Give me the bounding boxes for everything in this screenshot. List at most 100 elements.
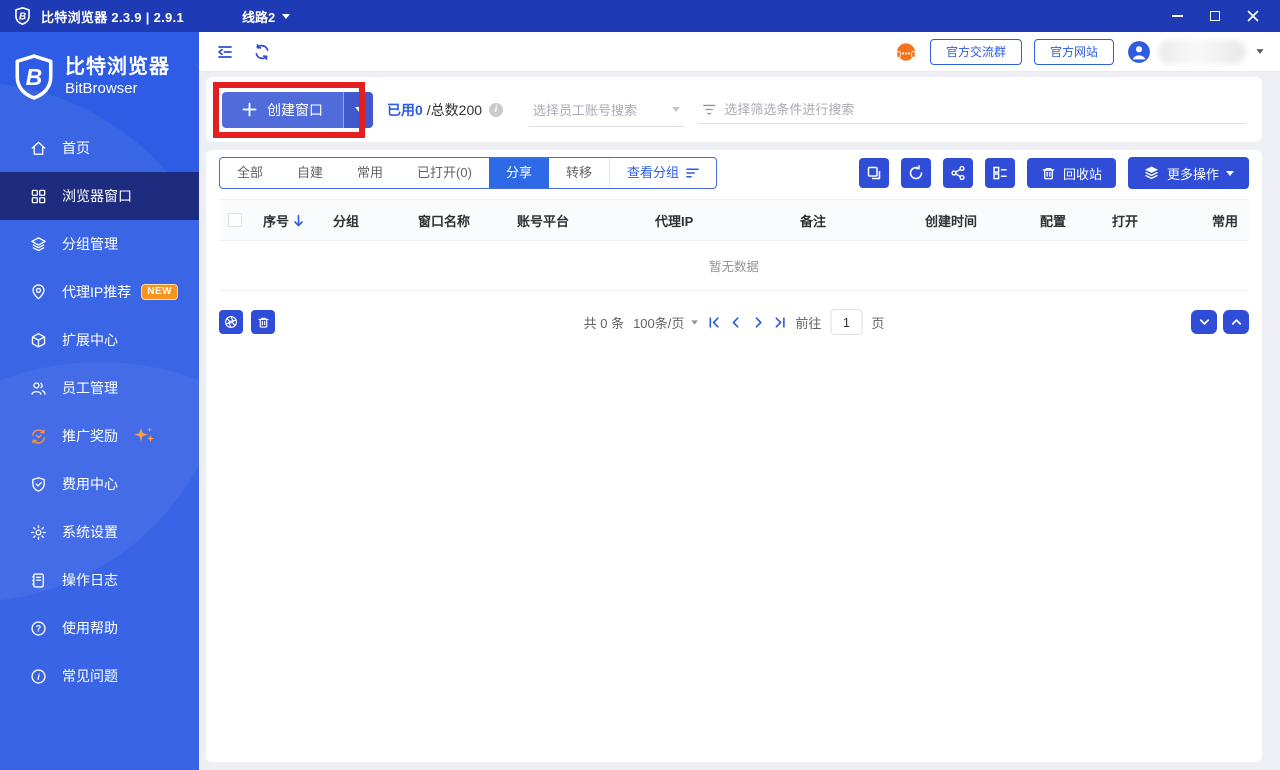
support-headset-icon[interactable] [894, 40, 918, 64]
tab-opened[interactable]: 已打开(0) [400, 158, 489, 188]
page-size-select[interactable]: 100条/页 [633, 313, 698, 332]
sidebar-item-extension-center[interactable]: 扩展中心 [0, 316, 199, 364]
svg-text:?: ? [36, 623, 41, 633]
tab-self-created[interactable]: 自建 [280, 158, 340, 188]
column-header-platform: 账号平台 [517, 213, 570, 229]
aperture-settings-button[interactable] [219, 310, 243, 334]
refresh-icon [909, 165, 923, 180]
chevron-down-icon [354, 107, 363, 112]
window-filter-tabs: 全部 自建 常用 已打开(0) 分享 转移 查看分组 [219, 157, 717, 189]
tab-all[interactable]: 全部 [220, 158, 280, 188]
share-icon [951, 165, 965, 181]
reward-refresh-icon [30, 428, 47, 445]
refresh-list-button[interactable] [900, 158, 931, 188]
first-page-button[interactable] [707, 316, 720, 329]
close-button[interactable] [1246, 9, 1260, 23]
users-icon [30, 380, 47, 397]
sidebar-item-label: 分组管理 [62, 236, 118, 252]
brand-name-en: BitBrowser [65, 80, 138, 98]
home-icon [30, 140, 47, 157]
save-window-button[interactable] [858, 158, 889, 188]
chevron-right-icon [755, 316, 762, 328]
usage-used: 已用0 [387, 101, 423, 118]
sidebar: B 比特浏览器 BitBrowser 首页 浏览器窗口 分组管理 代理IP推荐 [0, 32, 199, 770]
gear-icon [30, 524, 47, 541]
sidebar-item-promotion-rewards[interactable]: 推广奖励 [0, 412, 199, 460]
employee-account-select[interactable]: 选择员工账号搜索 [529, 93, 685, 127]
stacked-layers-icon [1144, 166, 1158, 180]
info-icon[interactable]: i [489, 102, 504, 117]
tab-shared[interactable]: 分享 [488, 158, 549, 188]
column-label: 序号 [263, 213, 290, 229]
sidebar-item-operation-log[interactable]: 操作日志 [0, 556, 199, 604]
column-header-created-time: 创建时间 [925, 213, 978, 229]
user-avatar[interactable] [1128, 40, 1150, 63]
column-header-proxy-ip: 代理IP [655, 213, 694, 229]
line-selector-dropdown[interactable]: 线路2 [242, 7, 291, 26]
first-page-icon [709, 316, 719, 328]
tab-view-groups[interactable]: 查看分组 [608, 158, 716, 188]
search-input[interactable] [724, 101, 1242, 117]
location-pin-icon [30, 283, 47, 301]
sidebar-item-system-settings[interactable]: 系统设置 [0, 508, 199, 556]
username-blurred [1158, 39, 1246, 64]
create-window-dropdown[interactable] [343, 91, 373, 128]
more-actions-button[interactable]: 更多操作 [1127, 157, 1249, 189]
chevron-down-icon [672, 106, 681, 112]
refresh-page-button[interactable] [253, 43, 271, 61]
share-button[interactable] [942, 158, 973, 188]
sidebar-item-label: 推广奖励 [62, 428, 118, 444]
page-unit-label: 页 [871, 315, 885, 331]
table-header: 序号 分组 窗口名称 账号平台 代理IP 备注 创建时间 配置 打开 常用 [219, 199, 1249, 241]
sidebar-item-label: 系统设置 [62, 524, 118, 540]
chevron-up-icon [1231, 319, 1241, 325]
trash-icon [1042, 167, 1055, 179]
sidebar-item-billing-center[interactable]: 费用中心 [0, 460, 199, 508]
toolbar-card: 创建窗口 已用0 /总数200 i 选择员工账号搜索 [206, 77, 1262, 142]
trash-icon [257, 317, 269, 328]
tab-transferred[interactable]: 转移 [549, 158, 609, 188]
page-number-input[interactable] [830, 309, 863, 335]
sort-desc-arrow-icon[interactable] [293, 214, 304, 227]
minimize-button[interactable] [1170, 9, 1184, 23]
total-count: 共 0 条 [583, 315, 625, 331]
tab-frequent[interactable]: 常用 [340, 158, 400, 188]
next-page-button[interactable] [751, 316, 764, 329]
sidebar-item-label: 首页 [62, 140, 90, 156]
sidebar-item-faq[interactable]: i 常见问题 [0, 652, 199, 700]
create-window-button[interactable]: 创建窗口 [222, 91, 343, 128]
user-menu-chevron-icon[interactable] [1256, 49, 1264, 54]
view-groups-label: 查看分组 [626, 165, 679, 180]
create-window-label: 创建窗口 [267, 101, 323, 118]
recycle-bin-button[interactable]: 回收站 [1026, 158, 1116, 188]
scroll-down-button[interactable] [1191, 310, 1217, 334]
maximize-button[interactable] [1208, 9, 1222, 23]
log-book-icon [30, 572, 47, 589]
window-table-card: 全部 自建 常用 已打开(0) 分享 转移 查看分组 回收站 更多操作 序号 分… [206, 150, 1262, 762]
sidebar-item-browser-windows[interactable]: 浏览器窗口 [0, 172, 199, 220]
collapse-sidebar-button[interactable] [215, 42, 235, 62]
official-community-button[interactable]: 官方交流群 [929, 38, 1022, 65]
pagination-bar: 共 0 条 100条/页 前往 页 [219, 307, 1249, 337]
sidebar-item-group-management[interactable]: 分组管理 [0, 220, 199, 268]
batch-delete-button[interactable] [251, 310, 275, 334]
last-page-button[interactable] [773, 316, 786, 329]
prev-page-button[interactable] [729, 316, 742, 329]
select-all-checkbox[interactable] [228, 213, 242, 227]
scroll-up-button[interactable] [1223, 310, 1249, 334]
sidebar-item-home[interactable]: 首页 [0, 124, 199, 172]
sidebar-item-label: 常见问题 [62, 668, 118, 684]
sidebar-item-proxy-ip[interactable]: 代理IP推荐 NEW [0, 268, 199, 316]
create-window-split-button[interactable]: 创建窗口 [222, 91, 373, 128]
chevron-left-icon [732, 316, 739, 328]
layout-list-icon [993, 166, 1007, 180]
official-website-button[interactable]: 官方网站 [1033, 38, 1114, 65]
svg-text:B: B [26, 64, 43, 90]
window-titlebar: B 比特浏览器 2.3.9 | 2.9.1 线路2 [0, 0, 1280, 32]
brand-block: B 比特浏览器 BitBrowser [0, 32, 199, 100]
maximize-icon [1210, 11, 1220, 21]
sidebar-item-help[interactable]: ? 使用帮助 [0, 604, 199, 652]
layout-list-button[interactable] [984, 158, 1015, 188]
sidebar-item-employee-management[interactable]: 员工管理 [0, 364, 199, 412]
more-actions-label: 更多操作 [1166, 166, 1219, 182]
